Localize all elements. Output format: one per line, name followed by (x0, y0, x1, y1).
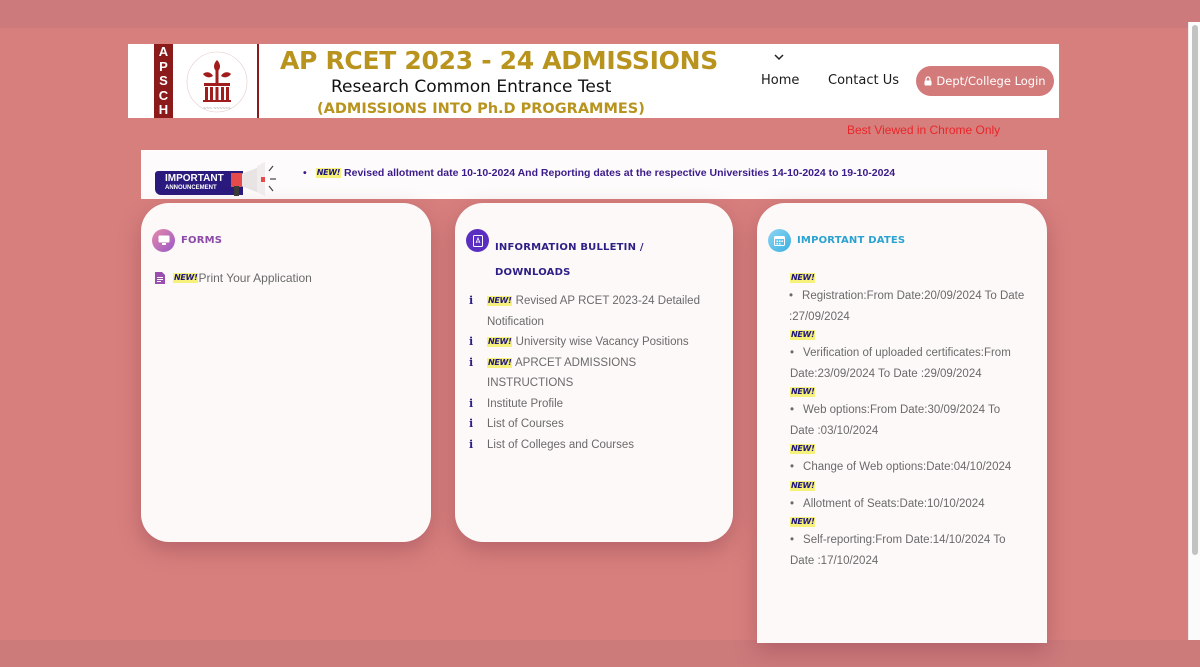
vertical-scrollbar[interactable] (1188, 22, 1200, 640)
logo-letters: A P S C H (154, 44, 173, 118)
new-badge: NEW! (790, 273, 816, 283)
pdf-icon (466, 229, 489, 252)
apsche-logo[interactable]: A P S C H ~~~ ~~~~~~ (128, 44, 259, 118)
info-bulletin-title: INFORMATION BULLETIN / DOWNLOADS (495, 242, 644, 278)
download-item-text: NEW! Revised AP RCET 2023-24 Detailed No… (487, 291, 719, 332)
download-item[interactable]: i NEW! Revised AP RCET 2023-24 Detailed N… (469, 291, 719, 332)
download-item[interactable]: i Institute Profile (469, 394, 719, 415)
new-badge: NEW! (315, 168, 342, 178)
info-icon: i (469, 294, 474, 307)
bullet: • (790, 404, 795, 416)
new-badge: NEW! (790, 517, 816, 527)
top-band (0, 0, 1200, 28)
announcement-text[interactable]: • NEW! Revised allotment date 10-10-2024 … (303, 167, 895, 179)
scrollbar-thumb[interactable] (1192, 25, 1198, 555)
best-viewed-notice: Best Viewed in Chrome Only (847, 123, 1001, 137)
monitor-icon (152, 229, 175, 252)
print-application-link[interactable]: NEW! Print Your Application (155, 271, 312, 285)
info-icon: i (469, 335, 474, 348)
new-badge: NEW! (790, 387, 816, 397)
megaphone-icon (231, 162, 276, 196)
announcement-bar: IMPORTANT ANNOUNCEMENT • NEW! Revised all… (141, 150, 1047, 199)
date-label: Change of Web options:Date:04/10/2024 (803, 461, 1012, 473)
new-badge: NEW! (487, 357, 513, 368)
date-label: Allotment of Seats:Date:10/10/2024 (803, 497, 985, 510)
important-dates-card: IMPORTANT DATES NEW! • Registration:From … (757, 203, 1047, 643)
logo-letter: A (158, 44, 169, 59)
info-icon: i (469, 417, 474, 430)
bullet: • (790, 347, 795, 359)
site-header: A P S C H ~~~ ~~~~~~ AP RCET 2023 - 24 A… (128, 44, 1059, 118)
date-entry: NEW! • Allotment of Seats:Date:10/10/2024 (790, 478, 1025, 515)
download-label: List of Courses (487, 418, 564, 430)
forms-title: FORMS (181, 235, 223, 246)
forms-item-label: Print Your Application (198, 271, 312, 285)
bullet: • (790, 534, 795, 546)
nav-home-link[interactable]: Home (761, 73, 799, 88)
date-entry: NEW! • Web options:From Date:30/09/2024 T… (790, 384, 1025, 441)
downloads-list: i NEW! Revised AP RCET 2023-24 Detailed N… (469, 291, 719, 455)
svg-text:~~~ ~~~~~~: ~~~ ~~~~~~ (203, 106, 231, 112)
date-entry: NEW! • Registration:From Date:20/09/2024 … (789, 270, 1025, 327)
announcement-message: Revised allotment date 10-10-2024 And Re… (344, 167, 896, 179)
banner-title: AP RCET 2023 - 24 ADMISSIONS (280, 46, 718, 75)
download-item[interactable]: i List of Courses (469, 414, 719, 435)
info-icon: i (469, 355, 474, 369)
logo-letter: P (159, 58, 168, 74)
new-badge: NEW! (487, 337, 513, 347)
bullet: • (790, 497, 795, 510)
new-badge: NEW! (790, 480, 816, 491)
important-dates-title: IMPORTANT DATES (797, 235, 906, 246)
calendar-icon (768, 229, 791, 252)
lock-icon (924, 76, 932, 86)
date-entry: NEW! • Self-reporting:From Date:14/10/202… (790, 514, 1025, 571)
download-item[interactable]: i NEW! University wise Vacancy Positions (469, 332, 719, 353)
banner-subtitle: Research Common Entrance Test (331, 77, 612, 97)
date-entry: NEW! • Change of Web options:Date:04/10/2… (790, 441, 1025, 478)
logo-letter: H (158, 102, 169, 118)
bullet: • (303, 167, 307, 179)
date-label: Registration:From Date:20/09/2024 To Dat… (789, 290, 1025, 323)
new-badge: NEW! (487, 296, 513, 306)
new-badge: NEW! (790, 330, 816, 340)
forms-card: FORMS NEW! Print Your Application (141, 203, 431, 542)
logo-letter: S (159, 73, 168, 89)
bullet: • (789, 290, 794, 302)
download-item[interactable]: i NEW! APRCET ADMISSIONS INSTRUCTIONS (469, 353, 719, 394)
download-item[interactable]: i List of Colleges and Courses (469, 435, 719, 456)
info-icon: i (469, 437, 474, 451)
download-label: Revised AP RCET 2023-24 Detailed Notific… (487, 295, 700, 328)
dept-college-login-button[interactable]: Dept/College Login (916, 66, 1054, 96)
chevron-down-icon[interactable] (773, 52, 785, 62)
date-label: Web options:From Date:30/09/2024 To Date… (790, 404, 1001, 437)
banner-subtitle-programmes: (ADMISSIONS INTO Ph.D PROGRAMMES) (317, 101, 645, 117)
download-label: University wise Vacancy Positions (515, 336, 689, 348)
info-bulletin-card: INFORMATION BULLETIN / DOWNLOADS i NEW! R… (455, 203, 733, 542)
dates-list: NEW! • Registration:From Date:20/09/2024 … (789, 270, 1025, 571)
document-icon (155, 272, 165, 284)
download-label: List of Colleges and Courses (487, 438, 635, 451)
date-label: Self-reporting:From Date:14/10/2024 To D… (790, 534, 1006, 567)
new-badge: NEW! (790, 444, 816, 454)
date-entry: NEW! • Verification of uploaded certifica… (790, 327, 1025, 384)
login-label: Dept/College Login (936, 74, 1046, 88)
nav-contact-link[interactable]: Contact Us (828, 73, 899, 88)
download-item-text: NEW! University wise Vacancy Positions (487, 332, 689, 353)
info-icon: i (469, 396, 474, 410)
date-label: Verification of uploaded certificates:Fr… (790, 347, 1011, 380)
emblem-icon: ~~~ ~~~~~~ (186, 51, 248, 113)
download-item-text: NEW! APRCET ADMISSIONS INSTRUCTIONS (487, 353, 719, 394)
new-badge: NEW! (173, 273, 199, 283)
logo-letter: C (158, 87, 169, 103)
bullet: • (790, 461, 795, 473)
download-label: Institute Profile (487, 397, 564, 410)
bottom-band (0, 640, 1200, 667)
